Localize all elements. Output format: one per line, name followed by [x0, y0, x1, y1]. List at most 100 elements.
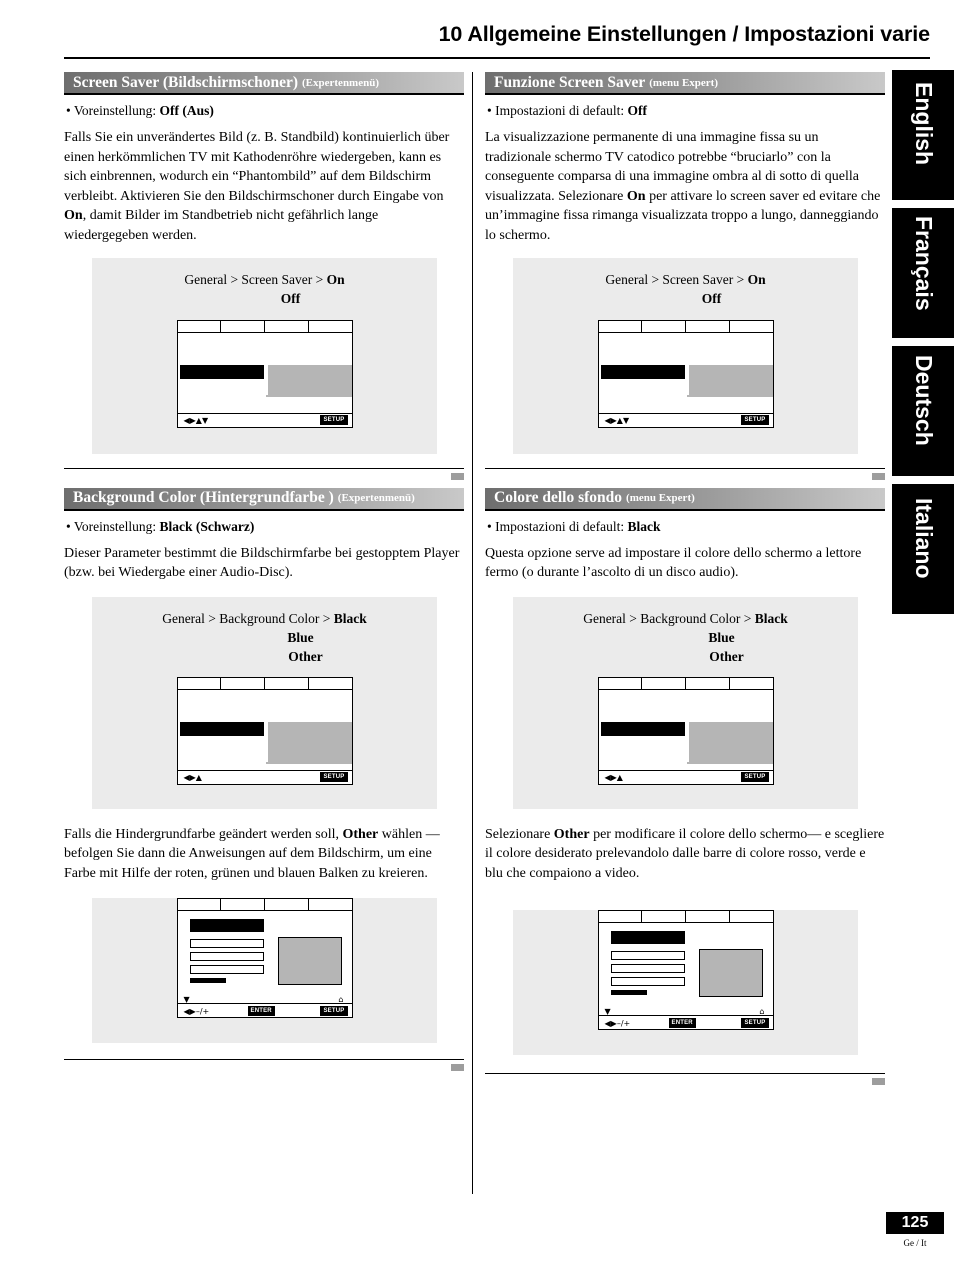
osd-direction-glyphs: ◀▶▲: [604, 772, 623, 782]
side-tab-francais-label: Français: [911, 216, 937, 311]
default-setting-value: Black (Schwarz): [159, 518, 255, 534]
osd-option-panel: [265, 721, 352, 764]
osd-tab-row: [177, 320, 352, 333]
figure-background-color-it: General > Background Color > Black Blue …: [513, 596, 858, 809]
separator-marker: [872, 472, 885, 480]
section-body-text-2: Falls die Hindergrundfarbe geändert werd…: [64, 825, 464, 884]
side-tab-deutsch[interactable]: Deutsch: [892, 346, 954, 476]
osd-slider-green[interactable]: [189, 951, 264, 961]
page-number: 125: [886, 1212, 944, 1234]
side-tab-francais[interactable]: Français: [892, 208, 954, 338]
default-setting-line: • Impostazioni di default: Black: [487, 519, 885, 535]
section-heading-main: Colore dello sfondo: [494, 489, 623, 507]
osd-tab: [177, 898, 222, 911]
page: 10 Allgemeine Einstellungen / Impostazio…: [0, 0, 954, 1272]
osd-tab: [265, 677, 309, 690]
page-language-label: Ge / It: [903, 1238, 927, 1248]
separator-line: [485, 467, 885, 469]
default-setting-line: • Voreinstellung: Black (Schwarz): [66, 519, 464, 535]
side-tab-english-label: English: [911, 82, 937, 166]
osd-tab: [308, 678, 352, 690]
section-heading-screen-saver-it: Funzione Screen Saver (menu Expert): [485, 72, 885, 95]
osd-tab: [598, 677, 643, 690]
osd-option-panel: [265, 364, 352, 397]
side-tab-english[interactable]: English: [892, 70, 954, 200]
osd-tab: [221, 677, 265, 690]
separator-marker: [451, 472, 464, 480]
osd-setup-badge: SETUP: [741, 1017, 769, 1028]
section-separator-1: [64, 467, 464, 480]
osd-slider-fill: [189, 977, 226, 983]
osd-tab-row: [598, 677, 773, 690]
osd-slider-red[interactable]: [610, 950, 685, 960]
osd-highlight-row: [179, 721, 266, 736]
default-setting-label: • Voreinstellung:: [66, 518, 160, 534]
side-tab-italiano[interactable]: Italiano: [892, 484, 954, 614]
body-part-1: Falls Sie ein unverändertes Bild (z. B. …: [64, 130, 450, 204]
body2-bold-other: Other: [553, 826, 590, 842]
body2-bold-other: Other: [342, 826, 379, 842]
osd-color-preview: [277, 936, 342, 985]
osd-slider-red[interactable]: [189, 938, 264, 948]
section-separator-2: [485, 1072, 885, 1085]
body2-part-1: Selezionare: [485, 826, 554, 842]
right-column: Funzione Screen Saver (menu Expert) • Im…: [485, 72, 885, 1085]
osd-minusplus-label: –/+: [195, 1006, 210, 1016]
figure-menu-option-other: Other: [709, 648, 744, 664]
separator-line: [485, 1072, 885, 1074]
figure-color-mixer-de: ▼ ◀▶–/+ ENTER SETUP ⌂: [92, 897, 437, 1043]
osd-minusplus-label: –/+: [616, 1018, 631, 1028]
osd-direction-glyphs: ◀▶–/+: [183, 1006, 210, 1016]
figure-color-mixer-it: ▼ ◀▶–/+ ENTER SETUP ⌂: [513, 909, 858, 1055]
page-title: 10 Allgemeine Einstellungen / Impostazio…: [438, 22, 931, 46]
menu-path-prefix: General > Screen Saver >: [605, 271, 748, 287]
osd-direction-glyphs: ◀▶▲▼: [183, 415, 209, 425]
osd-mock-color-mixer-it: ▼ ◀▶–/+ ENTER SETUP ⌂: [597, 909, 774, 1030]
body-bold-on: On: [64, 208, 83, 224]
menu-path-prefix: General > Screen Saver >: [184, 271, 327, 287]
osd-slider-fill: [610, 989, 647, 995]
figure-menu-option-blue: Blue: [287, 629, 314, 645]
menu-path-prefix: General > Background Color >: [162, 610, 334, 626]
left-column: Screen Saver (Bildschirmschoner) (Expert…: [64, 72, 464, 1071]
default-setting-line: • Impostazioni di default: Off: [487, 103, 885, 119]
osd-tab-row: [598, 320, 773, 333]
osd-tab: [221, 320, 265, 333]
section-heading-sub: (menu Expert): [626, 492, 695, 505]
osd-tab: [177, 320, 222, 333]
separator-marker: [451, 1063, 464, 1071]
osd-tab: [265, 320, 309, 333]
body2-part-1: Falls die Hindergrundfarbe geändert werd…: [64, 826, 343, 842]
figure-background-color-de: General > Background Color > Black Blue …: [92, 596, 437, 809]
osd-highlight-row: [600, 364, 687, 379]
figure-menu-path: General > Background Color > Black: [513, 597, 858, 628]
osd-mock-screen-saver-it: ◀▶▲▼ SETUP: [597, 319, 774, 428]
osd-tab: [686, 910, 730, 923]
osd-slider-blue[interactable]: [189, 964, 264, 974]
default-setting-value: Black: [627, 518, 661, 534]
section-body-text-2: Selezionare Other per modificare il colo…: [485, 825, 885, 884]
body-bold-on: On: [626, 188, 646, 204]
menu-path-selected: On: [747, 271, 766, 287]
osd-down-glyph: ▼: [604, 1006, 611, 1016]
osd-slider-blue[interactable]: [610, 976, 685, 986]
osd-tab: [221, 898, 265, 911]
osd-slider-green[interactable]: [610, 963, 685, 973]
osd-tab: [642, 910, 686, 923]
figure-menu-path: General > Screen Saver > On: [92, 258, 437, 289]
osd-setup-badge: SETUP: [320, 414, 348, 425]
default-setting-line: • Voreinstellung: Off (Aus): [66, 103, 464, 119]
figure-menu-option-other: Other: [288, 648, 323, 664]
column-divider: [472, 72, 473, 1194]
osd-tab: [642, 677, 686, 690]
osd-option-panel: [686, 721, 773, 764]
section-heading-main: Screen Saver (Bildschirmschoner): [73, 73, 299, 91]
osd-home-icon: ⌂: [759, 1006, 765, 1016]
section-heading-main: Background Color (Hintergrundfarbe ): [73, 489, 334, 507]
section-separator-1: [485, 467, 885, 480]
osd-tab: [265, 898, 309, 911]
separator-marker: [872, 1077, 885, 1085]
side-tab-deutsch-label: Deutsch: [911, 355, 937, 446]
osd-tab: [729, 911, 773, 923]
osd-tab: [729, 678, 773, 690]
